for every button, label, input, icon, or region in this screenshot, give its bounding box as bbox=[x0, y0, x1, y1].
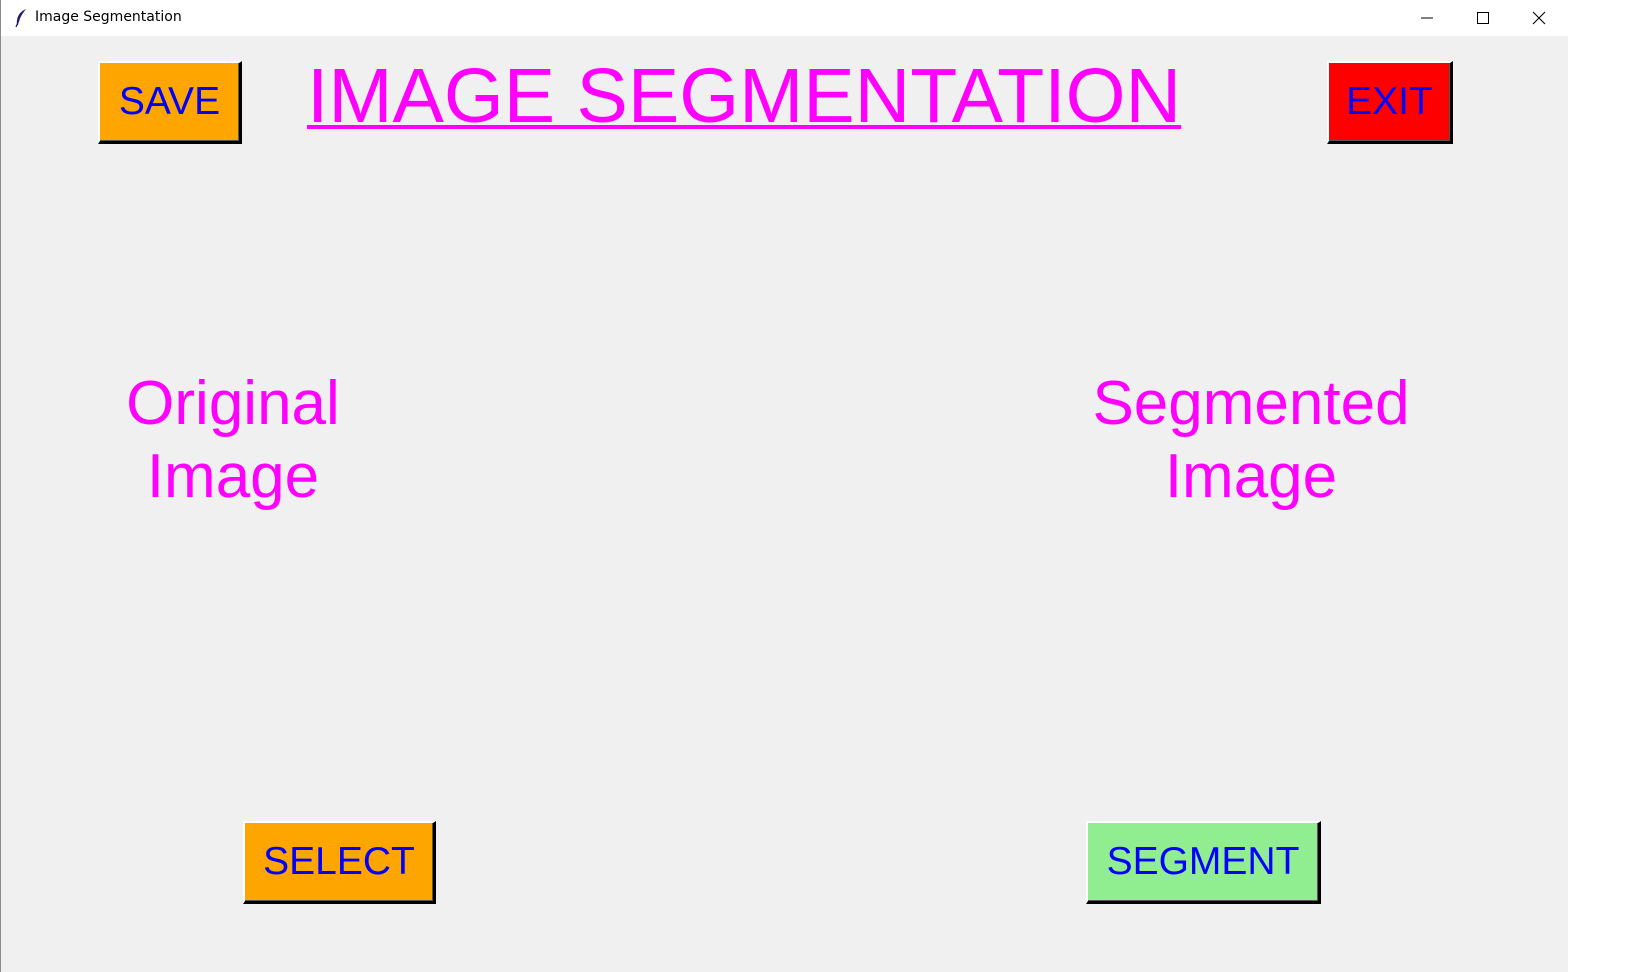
close-icon bbox=[1532, 11, 1546, 25]
title-bar: Image Segmentation bbox=[1, 0, 1568, 36]
original-image-label: Original Image bbox=[126, 369, 340, 511]
close-button[interactable] bbox=[1511, 0, 1567, 36]
maximize-button[interactable] bbox=[1455, 0, 1511, 36]
maximize-icon bbox=[1477, 12, 1489, 24]
segmented-image-label: Segmented Image bbox=[1092, 369, 1410, 511]
select-button[interactable]: SELECT bbox=[243, 821, 436, 904]
minimize-button[interactable] bbox=[1399, 0, 1455, 36]
window-title: Image Segmentation bbox=[35, 9, 182, 25]
segment-button[interactable]: SEGMENT bbox=[1086, 821, 1321, 904]
minimize-icon bbox=[1421, 17, 1433, 19]
exit-button[interactable]: EXIT bbox=[1327, 61, 1453, 144]
save-button[interactable]: SAVE bbox=[98, 61, 242, 144]
page-title: IMAGE SEGMENTATION bbox=[307, 53, 1182, 139]
app-window: Image Segmentation SAVE IMAGE SEGMENTATI… bbox=[0, 0, 1568, 972]
feather-icon bbox=[15, 9, 26, 28]
